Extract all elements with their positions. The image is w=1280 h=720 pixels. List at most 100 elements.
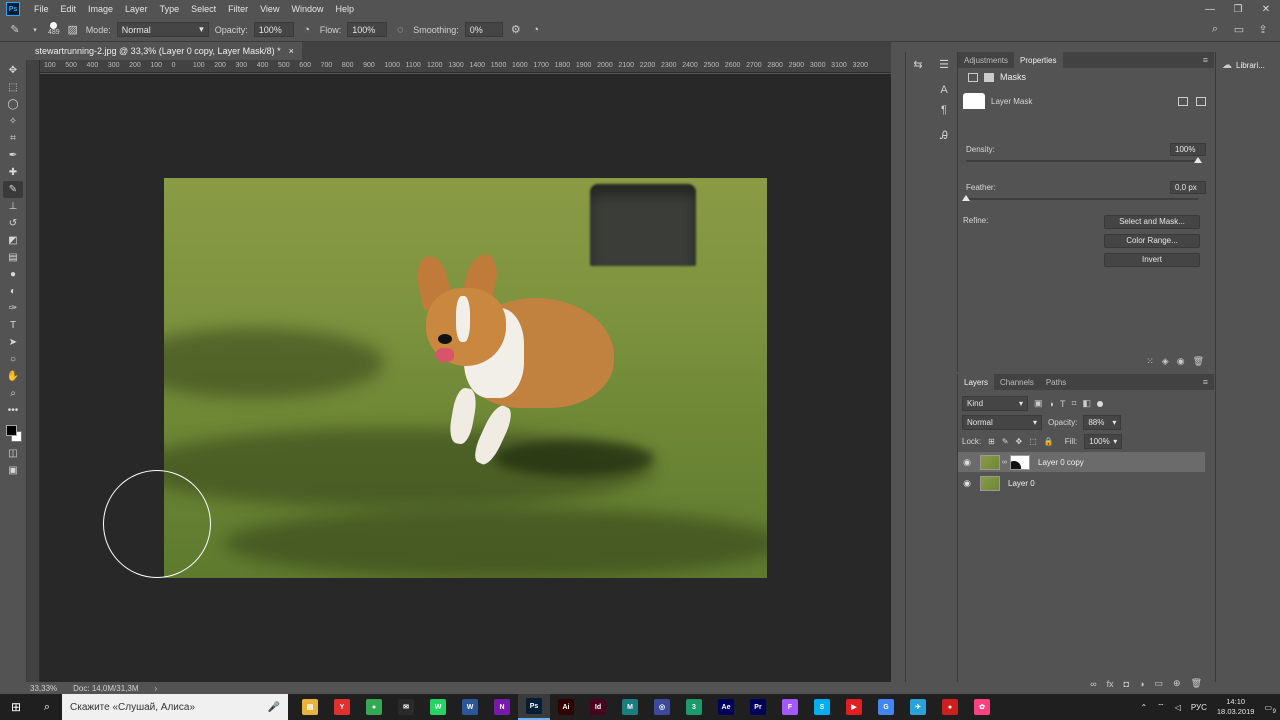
keyboard-language[interactable]: РУС — [1191, 703, 1207, 712]
taskbar-app-4[interactable]: W — [422, 694, 454, 720]
pixel-mask-icon[interactable] — [968, 72, 978, 82]
lock-artboard-icon[interactable]: ⬚ — [1029, 437, 1037, 446]
dodge-tool-icon[interactable]: ◐ — [3, 283, 23, 300]
eyedropper-icon[interactable]: ✒ — [3, 147, 23, 164]
marquee-tool-icon[interactable]: ⬚ — [3, 79, 23, 96]
menu-edit[interactable]: Edit — [55, 4, 83, 14]
menu-window[interactable]: Window — [285, 4, 329, 14]
panel-menu-icon[interactable]: ≡ — [1203, 374, 1214, 390]
trash-icon[interactable]: 🗑 — [1193, 356, 1204, 367]
taskbar-app-5[interactable]: W — [454, 694, 486, 720]
healing-brush-icon[interactable]: ✚ — [3, 164, 23, 181]
layer-row[interactable]: ◉ Layer 0 — [958, 473, 1205, 493]
color-range-button[interactable]: Color Range... — [1104, 234, 1200, 248]
tab-adjustments[interactable]: Adjustments — [958, 52, 1014, 68]
menu-select[interactable]: Select — [185, 4, 222, 14]
brush-preset-picker[interactable]: 489 — [48, 22, 60, 37]
new-layer-icon[interactable]: ⊕ — [1173, 678, 1181, 689]
menu-file[interactable]: File — [28, 4, 55, 14]
eye-icon[interactable]: ◉ — [958, 478, 976, 489]
taskbar-app-6[interactable]: N — [486, 694, 518, 720]
lock-all-icon[interactable]: 🔒 — [1044, 437, 1054, 446]
eye-icon[interactable]: ◉ — [958, 457, 976, 468]
workspace-icon[interactable]: ▭ — [1232, 23, 1246, 36]
move-tool-icon[interactable]: ✥ — [3, 62, 23, 79]
feather-input[interactable]: 0,0 px — [1170, 180, 1206, 194]
taskbar-app-8[interactable]: Ai — [550, 694, 582, 720]
menu-layer[interactable]: Layer — [119, 4, 154, 14]
lasso-tool-icon[interactable]: ◯ — [3, 96, 23, 113]
paragraph-panel-icon[interactable]: ¶ — [934, 104, 954, 122]
lock-position-icon[interactable]: ✥ — [1016, 437, 1023, 446]
taskbar-app-9[interactable]: Id — [582, 694, 614, 720]
density-slider-thumb[interactable] — [1194, 157, 1202, 163]
windows-start-icon[interactable]: ⊞ — [0, 700, 32, 714]
history-panel-icon[interactable]: ⇆ — [908, 58, 928, 76]
crop-tool-icon[interactable]: ⌗ — [3, 130, 23, 147]
load-selection-icon[interactable]: ⁙ — [1146, 356, 1154, 367]
menu-help[interactable]: Help — [329, 4, 360, 14]
taskbar-search-input[interactable]: Скажите «Слушай, Алиса» 🎤 — [62, 694, 288, 720]
menu-filter[interactable]: Filter — [222, 4, 254, 14]
notification-icon[interactable]: ▭ 9 — [1264, 703, 1276, 715]
tab-layers[interactable]: Layers — [958, 374, 995, 390]
taskbar-app-19[interactable]: ✈ — [902, 694, 934, 720]
clock[interactable]: 14:10 18.03.2019 — [1217, 697, 1255, 717]
network-icon[interactable]: ⌔ — [1157, 702, 1165, 712]
magic-wand-icon[interactable]: ✧ — [3, 113, 23, 130]
restore-button[interactable]: ❐ — [1224, 4, 1252, 15]
taskbar-app-12[interactable]: 3 — [678, 694, 710, 720]
taskbar-app-18[interactable]: G — [870, 694, 902, 720]
minimize-button[interactable]: — — [1196, 4, 1224, 15]
taskbar-app-15[interactable]: F — [774, 694, 806, 720]
lock-paint-icon[interactable]: ✎ — [1002, 437, 1009, 446]
menu-type[interactable]: Type — [154, 4, 186, 14]
smoothing-input[interactable]: 0% — [464, 22, 503, 37]
taskbar-app-0[interactable]: ▤ — [294, 694, 326, 720]
taskbar-app-13[interactable]: Ae — [710, 694, 742, 720]
density-input[interactable]: 100% — [1170, 142, 1206, 156]
tray-expand-icon[interactable]: ⌃ — [1140, 703, 1147, 712]
eraser-tool-icon[interactable]: ◩ — [3, 232, 23, 249]
flow-input[interactable]: 100% — [347, 22, 388, 37]
libraries-button[interactable]: ☁ Librari... — [1216, 52, 1280, 78]
layer-opacity-input[interactable]: 88% ▾ — [1083, 415, 1122, 430]
character-panel-icon[interactable]: A — [934, 84, 954, 102]
filter-smart-icon[interactable]: ◧ — [1083, 398, 1092, 409]
tab-channels[interactable]: Channels — [994, 374, 1040, 390]
tab-paths[interactable]: Paths — [1040, 374, 1072, 390]
apply-mask-icon[interactable] — [1196, 96, 1206, 106]
close-window-button[interactable]: ✕ — [1252, 4, 1280, 15]
tab-properties[interactable]: Properties — [1014, 52, 1063, 68]
blend-mode-select[interactable]: Normal ▾ — [962, 415, 1042, 430]
canvas-area[interactable] — [40, 74, 891, 682]
taskbar-app-20[interactable]: ● — [934, 694, 966, 720]
document-image[interactable] — [164, 178, 767, 578]
filter-adjustment-icon[interactable]: ◑ — [1049, 399, 1054, 409]
document-tab[interactable]: stewartrunning-2.jpg @ 33,3% (Layer 0 co… — [27, 42, 302, 60]
filter-shape-icon[interactable]: ⌗ — [1071, 398, 1076, 409]
taskbar-app-10[interactable]: M — [614, 694, 646, 720]
status-menu-arrow[interactable]: › — [155, 684, 158, 693]
taskbar-app-1[interactable]: Y — [326, 694, 358, 720]
gradient-tool-icon[interactable]: ▤ — [3, 249, 23, 266]
taskbar-app-14[interactable]: Pr — [742, 694, 774, 720]
mode-select[interactable]: Normal ▾ — [116, 22, 209, 37]
screen-mode-icon[interactable]: ▣ — [3, 462, 23, 479]
volume-icon[interactable]: ◁ — [1175, 703, 1181, 712]
eye-icon[interactable]: ◉ — [1177, 356, 1185, 367]
taskbar-app-16[interactable]: S — [806, 694, 838, 720]
path-select-icon[interactable]: ➤ — [3, 334, 23, 351]
taskbar-app-2[interactable]: ● — [358, 694, 390, 720]
pen-tool-icon[interactable]: ✑ — [3, 300, 23, 317]
add-mask-icon[interactable]: ◘ — [1124, 679, 1129, 689]
kind-filter-select[interactable]: Kind ▾ — [962, 396, 1028, 411]
filter-pixel-icon[interactable]: ▣ — [1034, 398, 1043, 409]
search-icon[interactable]: ⌕ — [32, 701, 62, 714]
filter-type-icon[interactable]: T — [1060, 399, 1066, 409]
taskbar-app-3[interactable]: ✉ — [390, 694, 422, 720]
opacity-input[interactable]: 100% — [253, 22, 294, 37]
microphone-icon[interactable]: 🎤 — [268, 702, 280, 713]
filter-toggle-icon[interactable] — [1097, 400, 1104, 407]
chevron-down-icon[interactable]: ▾ — [28, 26, 42, 34]
